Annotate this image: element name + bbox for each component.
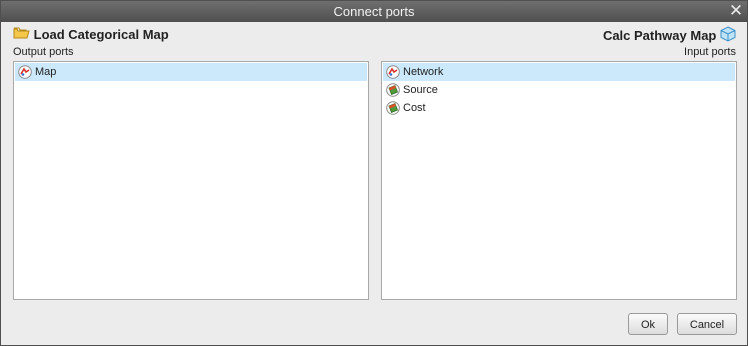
input-port-label: Cost [403, 102, 426, 114]
close-icon[interactable]: ✕ [728, 2, 744, 20]
dialog-title: Connect ports [333, 4, 415, 19]
target-node-title: Calc Pathway Map [603, 26, 736, 47]
output-ports-list[interactable]: Map [13, 61, 369, 300]
input-port-item[interactable]: Cost [383, 99, 735, 117]
input-ports-list[interactable]: Network Source Cost [381, 61, 737, 300]
target-node-name: Calc Pathway Map [602, 27, 717, 43]
input-port-item[interactable]: Source [383, 81, 735, 99]
ok-button[interactable]: Ok [628, 313, 668, 335]
source-node-title: Load Categorical Map [13, 26, 169, 45]
source-node-name: Load Categorical Map [33, 27, 169, 42]
raster-port-icon [386, 83, 400, 97]
map-port-icon [18, 65, 32, 79]
cube-icon [720, 26, 736, 47]
raster-port-icon [386, 101, 400, 115]
input-port-label: Network [403, 66, 444, 78]
input-port-item[interactable]: Network [383, 63, 735, 81]
input-ports-caption: Input ports [684, 46, 736, 58]
folder-icon [13, 26, 30, 45]
cancel-button[interactable]: Cancel [677, 313, 737, 335]
output-port-item[interactable]: Map [15, 63, 367, 81]
connect-ports-dialog: Connect ports ✕ Load Categorical Map Out… [0, 0, 748, 346]
output-ports-caption: Output ports [13, 46, 74, 58]
map-port-icon [386, 65, 400, 79]
input-port-label: Source [403, 84, 438, 96]
output-port-label: Map [35, 66, 57, 78]
dialog-titlebar[interactable]: Connect ports ✕ [1, 1, 747, 22]
